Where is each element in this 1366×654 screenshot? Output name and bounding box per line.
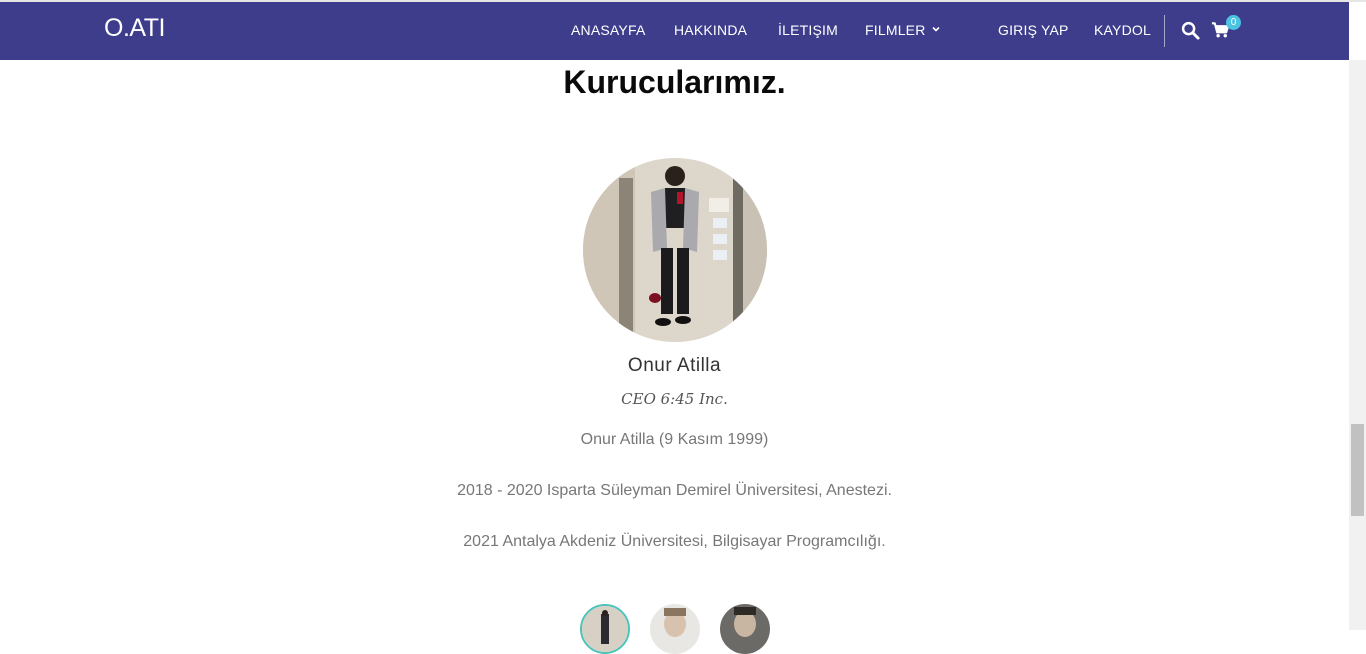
nav-item-anasayfa[interactable]: ANASAYFA bbox=[571, 22, 645, 38]
cart-count-badge: 0 bbox=[1226, 15, 1241, 30]
founder-thumbnail-3[interactable] bbox=[720, 604, 770, 654]
search-icon[interactable] bbox=[1181, 21, 1200, 40]
page-scrollbar-track[interactable] bbox=[1349, 60, 1366, 630]
founder-bio-line-2: 2018 - 2020 Isparta Süleyman Demirel Üni… bbox=[457, 482, 892, 499]
top-navbar: O.ATI ANASAYFA HAKKINDA İLETIŞIM FILMLER… bbox=[0, 2, 1349, 60]
nav-item-iletisim[interactable]: İLETIŞIM bbox=[778, 22, 838, 38]
founder-thumbnail-1[interactable] bbox=[580, 604, 630, 654]
nav-item-filmler[interactable]: FILMLER bbox=[865, 22, 926, 38]
founder-name: Onur Atilla bbox=[627, 355, 722, 376]
founder-thumbnail-2[interactable] bbox=[650, 604, 700, 654]
chevron-down-icon[interactable] bbox=[931, 24, 941, 34]
founder-role: CEO 6:45 Inc. bbox=[621, 390, 728, 408]
section-title: Kurucularımız. bbox=[563, 64, 786, 100]
register-link[interactable]: KAYDOL bbox=[1094, 22, 1151, 38]
founder-photo bbox=[583, 158, 767, 342]
login-link[interactable]: GIRIŞ YAP bbox=[998, 22, 1069, 38]
page-scrollbar-thumb[interactable] bbox=[1351, 424, 1364, 516]
nav-item-hakkinda[interactable]: HAKKINDA bbox=[674, 22, 747, 38]
founder-bio-line-1: Onur Atilla (9 Kasım 1999) bbox=[580, 431, 769, 448]
nav-divider bbox=[1164, 15, 1165, 47]
founder-bio-line-3: 2021 Antalya Akdeniz Üniversitesi, Bilgi… bbox=[463, 533, 886, 550]
site-logo[interactable]: O.ATI bbox=[104, 14, 165, 43]
